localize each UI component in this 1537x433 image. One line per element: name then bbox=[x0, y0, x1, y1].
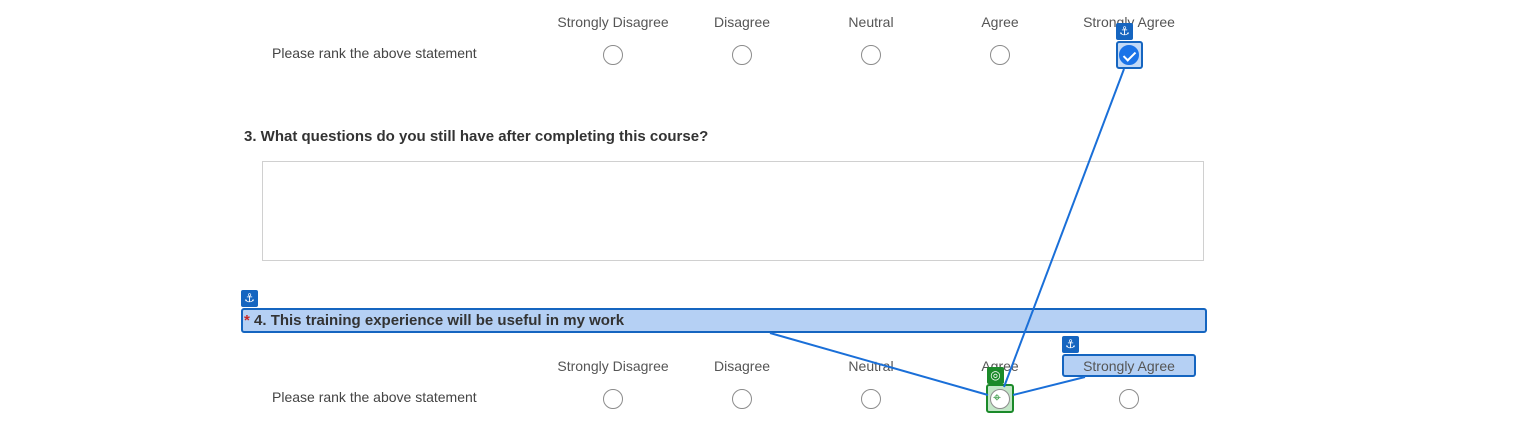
q4-radio-strongly-disagree[interactable] bbox=[603, 389, 623, 409]
crosshair-icon: ⌖ bbox=[993, 390, 1001, 406]
q2-row-label: Please rank the above statement bbox=[272, 45, 477, 61]
q4-radio-neutral[interactable] bbox=[861, 389, 881, 409]
q3-answer-textarea[interactable] bbox=[262, 161, 1204, 261]
q4-radio-disagree[interactable] bbox=[732, 389, 752, 409]
anchor-icon: ⚓ bbox=[1116, 23, 1133, 40]
q4-title: 4. This training experience will be usef… bbox=[254, 312, 625, 329]
q2-radio-strongly-agree[interactable] bbox=[1119, 45, 1139, 65]
q4-header-strongly-agree: Strongly Agree bbox=[1083, 358, 1175, 374]
required-marker: * bbox=[244, 312, 250, 329]
anchor-icon: ⚓ bbox=[1062, 336, 1079, 353]
q2-header-agree: Agree bbox=[981, 14, 1019, 30]
q2-header-strongly-disagree: Strongly Disagree bbox=[557, 14, 669, 30]
q4-title-row: * 4. This training experience will be us… bbox=[244, 312, 624, 329]
q2-radio-neutral[interactable] bbox=[861, 45, 881, 65]
q4-radio-strongly-agree[interactable] bbox=[1119, 389, 1139, 409]
anchor-icon: ⚓ bbox=[241, 290, 258, 307]
q4-header-strongly-disagree: Strongly Disagree bbox=[557, 358, 669, 374]
q2-header-disagree: Disagree bbox=[713, 14, 771, 30]
q4-header-disagree: Disagree bbox=[713, 358, 771, 374]
q4-row-label: Please rank the above statement bbox=[272, 389, 477, 405]
q4-header-neutral: Neutral bbox=[848, 358, 894, 374]
target-marker-icon: ◎ bbox=[987, 367, 1004, 384]
q2-radio-disagree[interactable] bbox=[732, 45, 752, 65]
survey-page: Strongly Disagree Disagree Neutral Agree… bbox=[0, 0, 1537, 433]
q2-header-neutral: Neutral bbox=[848, 14, 894, 30]
q2-radio-agree[interactable] bbox=[990, 45, 1010, 65]
q2-radio-strongly-disagree[interactable] bbox=[603, 45, 623, 65]
q3-title: 3. What questions do you still have afte… bbox=[244, 128, 709, 145]
